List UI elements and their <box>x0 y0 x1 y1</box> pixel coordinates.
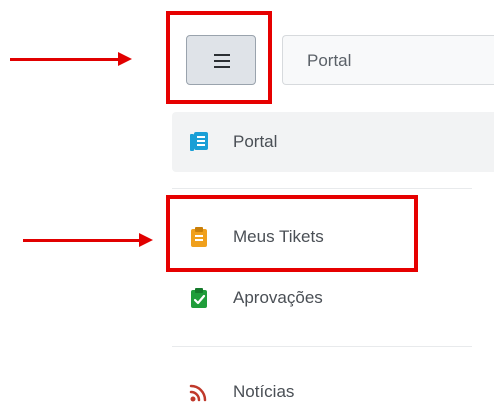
sidebar-item-portal[interactable]: Portal <box>172 112 494 172</box>
annotation-highlight-menu <box>166 11 272 104</box>
sidebar-item-label: Notícias <box>233 382 295 401</box>
rss-feed-icon <box>189 384 207 402</box>
sidebar-item-noticias[interactable]: Notícias <box>172 362 494 403</box>
arrow-head-icon <box>118 52 132 66</box>
sidebar-divider <box>172 346 472 347</box>
sidebar-item-aprovacoes[interactable]: Aprovações <box>172 268 494 328</box>
screenshot: Portal Portal Meus Tikets Aprovações Not… <box>0 0 494 403</box>
search-input[interactable]: Portal <box>282 35 494 85</box>
sidebar-item-label: Aprovações <box>233 288 323 307</box>
annotation-arrow-tickets <box>23 233 153 247</box>
sidebar-item-label: Portal <box>233 132 278 151</box>
clipboard-check-icon <box>191 288 207 308</box>
portal-book-icon <box>190 132 208 151</box>
sidebar-divider <box>172 188 472 189</box>
arrow-head-icon <box>139 233 153 247</box>
search-value: Portal <box>307 51 352 70</box>
annotation-highlight-tickets <box>166 195 418 272</box>
annotation-arrow-menu <box>10 52 132 66</box>
